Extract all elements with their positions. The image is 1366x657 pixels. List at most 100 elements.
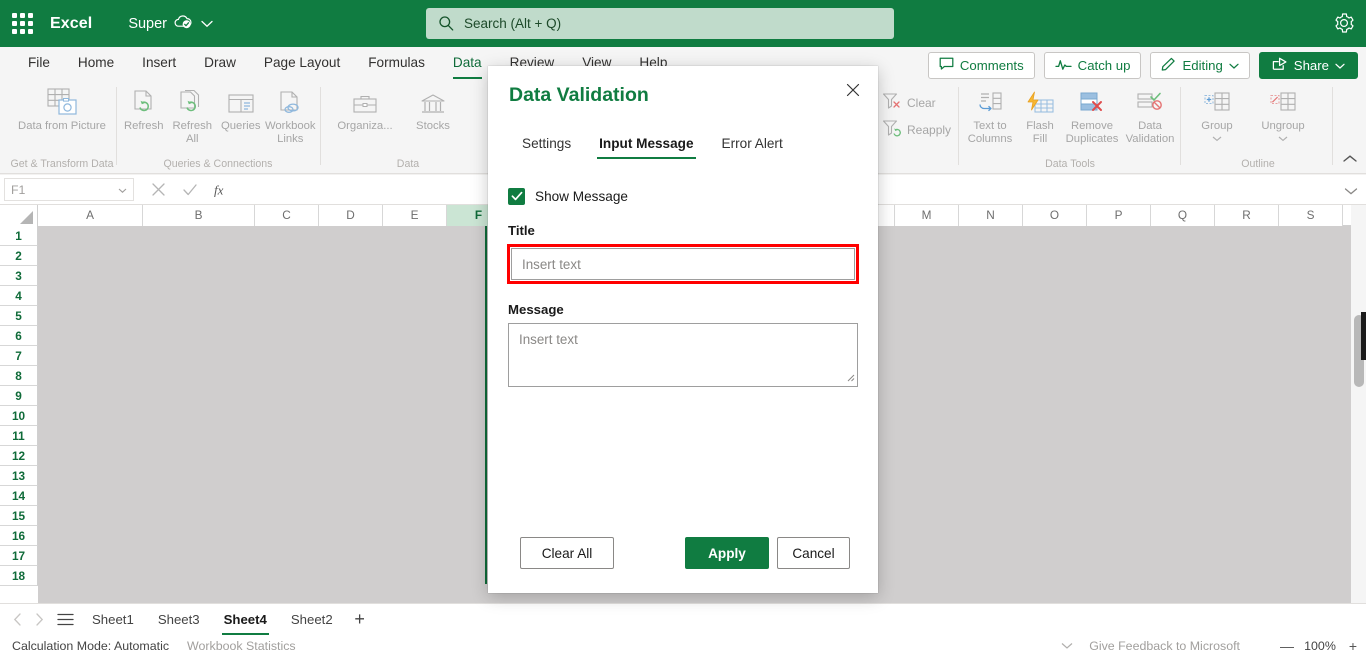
ribbon-item-refresh[interactable]: Refresh — [120, 85, 168, 133]
status-bar-chevron-down-icon[interactable] — [1045, 639, 1089, 653]
share-button[interactable]: Share — [1258, 52, 1358, 79]
column-header-o[interactable]: O — [1023, 205, 1087, 226]
zoom-in-button[interactable]: + — [1340, 638, 1366, 654]
ribbon-item-reapply[interactable]: Reapply — [880, 116, 951, 143]
column-header-b[interactable]: B — [143, 205, 255, 226]
ribbon-item-organization[interactable]: Organiza... — [328, 85, 402, 133]
row-header-2[interactable]: 2 — [0, 246, 38, 266]
confirm-check-icon[interactable] — [174, 178, 206, 202]
row-header-7[interactable]: 7 — [0, 346, 38, 366]
comments-button[interactable]: Comments — [927, 52, 1035, 79]
show-message-checkbox-row[interactable]: Show Message — [508, 188, 878, 205]
tab-input-message[interactable]: Input Message — [585, 128, 707, 159]
column-header-c[interactable]: C — [255, 205, 319, 226]
ribbon-item-data-validation[interactable]: Data Validation — [1122, 85, 1178, 146]
search-input[interactable] — [426, 8, 894, 39]
show-message-checkbox[interactable] — [508, 188, 525, 205]
ribbon-item-text-to-columns[interactable]: Text to Columns — [962, 85, 1018, 146]
close-x-icon[interactable] — [838, 76, 868, 104]
row-header-5[interactable]: 5 — [0, 306, 38, 326]
ribbon-tab-insert[interactable]: Insert — [128, 47, 190, 79]
row-header-10[interactable]: 10 — [0, 406, 38, 426]
row-header-4[interactable]: 4 — [0, 286, 38, 306]
row-header-3[interactable]: 3 — [0, 266, 38, 286]
ribbon-item-remove-duplicates[interactable]: Remove Duplicates — [1062, 85, 1122, 146]
column-header-q[interactable]: Q — [1151, 205, 1215, 226]
row-header-16[interactable]: 16 — [0, 526, 38, 546]
row-header-9[interactable]: 9 — [0, 386, 38, 406]
row-header-14[interactable]: 14 — [0, 486, 38, 506]
column-header-d[interactable]: D — [319, 205, 383, 226]
ribbon-tab-page-layout[interactable]: Page Layout — [250, 47, 354, 79]
ribbon-item-label: Reapply — [907, 122, 952, 137]
clear-all-button[interactable]: Clear All — [520, 537, 614, 569]
cancel-x-icon[interactable] — [142, 178, 174, 202]
give-feedback-link[interactable]: Give Feedback to Microsoft — [1089, 639, 1240, 653]
ribbon-item-label: Queries — [220, 120, 261, 132]
chevron-down-icon[interactable] — [1212, 133, 1222, 146]
row-header-6[interactable]: 6 — [0, 326, 38, 346]
ribbon-item-flash-fill[interactable]: Flash Fill — [1018, 85, 1062, 146]
catch-up-button[interactable]: Catch up — [1043, 52, 1142, 79]
cancel-button[interactable]: Cancel — [777, 537, 850, 569]
name-box[interactable]: F1 — [4, 178, 134, 201]
row-header-18[interactable]: 18 — [0, 566, 38, 586]
ribbon-item-queries[interactable]: Queries — [217, 85, 265, 133]
column-header-r[interactable]: R — [1215, 205, 1279, 226]
apply-button[interactable]: Apply — [685, 537, 769, 569]
ribbon-item-ungroup[interactable]: Ungroup — [1248, 85, 1318, 146]
tab-settings[interactable]: Settings — [508, 128, 585, 159]
vertical-scrollbar[interactable] — [1351, 205, 1366, 603]
settings-gear-icon[interactable] — [1334, 13, 1354, 38]
document-name[interactable]: Super — [128, 16, 167, 32]
collapse-ribbon-chevron-up-icon[interactable] — [1342, 151, 1358, 169]
row-header-15[interactable]: 15 — [0, 506, 38, 526]
zoom-level-value[interactable]: 100% — [1300, 639, 1340, 653]
message-textarea[interactable] — [508, 323, 858, 387]
column-header-p[interactable]: P — [1087, 205, 1151, 226]
formula-bar-expand-chevron-down-icon[interactable] — [1344, 183, 1358, 201]
document-chevron-down-icon[interactable] — [201, 15, 213, 33]
column-header-m[interactable]: M — [895, 205, 959, 226]
column-header-n[interactable]: N — [959, 205, 1023, 226]
row-header-1[interactable]: 1 — [0, 226, 38, 246]
function-fx-icon[interactable]: fx — [206, 178, 238, 202]
row-header-17[interactable]: 17 — [0, 546, 38, 566]
ribbon-item-clear[interactable]: Clear — [880, 89, 936, 116]
ribbon-tab-file[interactable]: File — [14, 47, 64, 79]
sheet-tab-sheet1[interactable]: Sheet1 — [80, 604, 146, 635]
editing-button[interactable]: Editing — [1150, 52, 1250, 79]
sheet-tab-bar: Sheet1 Sheet3 Sheet4 Sheet2 + — [0, 603, 1366, 635]
row-header-8[interactable]: 8 — [0, 366, 38, 386]
column-header-s[interactable]: S — [1279, 205, 1343, 226]
sheet-tab-sheet4[interactable]: Sheet4 — [212, 604, 279, 635]
chevron-down-icon[interactable] — [1278, 133, 1288, 146]
zoom-out-button[interactable]: — — [1274, 638, 1300, 654]
ribbon-item-workbook-links[interactable]: Workbook Links — [265, 85, 316, 146]
app-launcher-icon[interactable] — [0, 0, 44, 47]
ribbon-tab-formulas[interactable]: Formulas — [354, 47, 439, 79]
select-all-corner[interactable] — [0, 205, 38, 226]
title-field-highlight — [507, 244, 859, 284]
ribbon-tab-draw[interactable]: Draw — [190, 47, 250, 79]
title-input[interactable] — [511, 248, 855, 280]
app-name: Excel — [50, 14, 93, 32]
ribbon-item-data-from-picture[interactable]: Data from Picture — [16, 85, 108, 133]
ribbon-item-refresh-all[interactable]: Refresh All — [168, 85, 218, 146]
sheet-tab-sheet2[interactable]: Sheet2 — [279, 604, 345, 635]
row-header-13[interactable]: 13 — [0, 466, 38, 486]
ribbon-tab-home[interactable]: Home — [64, 47, 128, 79]
column-header-a[interactable]: A — [38, 205, 143, 226]
hamburger-menu-icon[interactable] — [50, 605, 80, 635]
add-sheet-button[interactable]: + — [345, 605, 375, 635]
ribbon-item-stocks[interactable]: Stocks — [402, 85, 464, 133]
sheet-tab-sheet3[interactable]: Sheet3 — [146, 604, 212, 635]
tab-error-alert[interactable]: Error Alert — [708, 128, 797, 159]
chevron-right-icon[interactable] — [28, 605, 50, 635]
row-header-11[interactable]: 11 — [0, 426, 38, 446]
column-header-e[interactable]: E — [383, 205, 447, 226]
workbook-statistics-button[interactable]: Workbook Statistics — [187, 639, 296, 653]
row-header-12[interactable]: 12 — [0, 446, 38, 466]
ribbon-item-group[interactable]: Group — [1186, 85, 1248, 146]
chevron-left-icon[interactable] — [6, 605, 28, 635]
